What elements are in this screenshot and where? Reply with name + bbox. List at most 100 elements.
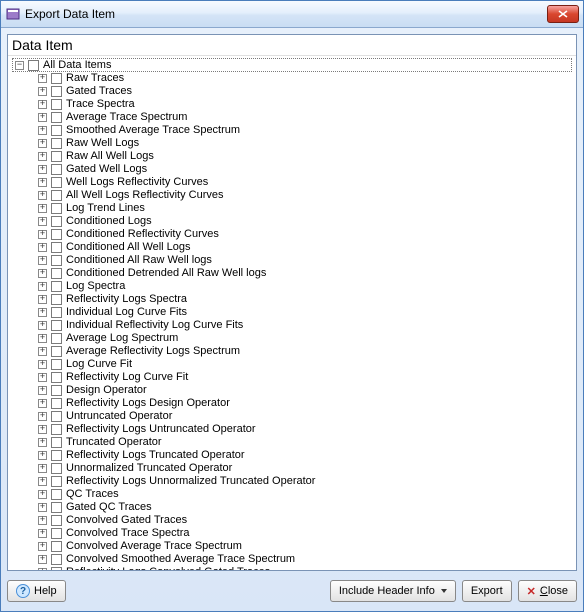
tree-item[interactable]: +Well Logs Reflectivity Curves bbox=[38, 176, 572, 189]
tree-item[interactable]: +Log Trend Lines bbox=[38, 202, 572, 215]
expander-icon[interactable]: + bbox=[38, 334, 47, 343]
checkbox[interactable] bbox=[51, 450, 62, 461]
tree-item[interactable]: +Reflectivity Logs Spectra bbox=[38, 293, 572, 306]
checkbox[interactable] bbox=[51, 476, 62, 487]
expander-icon[interactable]: + bbox=[38, 503, 47, 512]
expander-icon[interactable]: + bbox=[38, 360, 47, 369]
checkbox[interactable] bbox=[51, 515, 62, 526]
checkbox[interactable] bbox=[51, 268, 62, 279]
checkbox[interactable] bbox=[51, 489, 62, 500]
tree-item[interactable]: +Individual Reflectivity Log Curve Fits bbox=[38, 319, 572, 332]
checkbox[interactable] bbox=[51, 502, 62, 513]
checkbox[interactable] bbox=[51, 281, 62, 292]
tree-item[interactable]: +Average Reflectivity Logs Spectrum bbox=[38, 345, 572, 358]
checkbox[interactable] bbox=[51, 229, 62, 240]
tree-root-row[interactable]: − All Data Items bbox=[12, 58, 572, 72]
tree-item[interactable]: +Reflectivity Logs Design Operator bbox=[38, 397, 572, 410]
expander-icon[interactable]: + bbox=[38, 113, 47, 122]
expander-icon[interactable]: + bbox=[38, 256, 47, 265]
expander-icon[interactable]: + bbox=[38, 295, 47, 304]
expander-icon[interactable]: + bbox=[38, 373, 47, 382]
expander-icon[interactable]: + bbox=[38, 321, 47, 330]
checkbox[interactable] bbox=[51, 346, 62, 357]
checkbox[interactable] bbox=[51, 463, 62, 474]
expander-icon[interactable]: + bbox=[38, 438, 47, 447]
checkbox[interactable] bbox=[51, 424, 62, 435]
tree-item[interactable]: +Reflectivity Logs Truncated Operator bbox=[38, 449, 572, 462]
checkbox[interactable] bbox=[51, 86, 62, 97]
tree-item[interactable]: +Reflectivity Logs Untruncated Operator bbox=[38, 423, 572, 436]
expander-icon[interactable]: + bbox=[38, 425, 47, 434]
checkbox[interactable] bbox=[51, 307, 62, 318]
tree-item[interactable]: +Smoothed Average Trace Spectrum bbox=[38, 124, 572, 137]
tree-item[interactable]: +Reflectivity Logs Unnormalized Truncate… bbox=[38, 475, 572, 488]
expander-icon[interactable]: + bbox=[38, 230, 47, 239]
tree[interactable]: − All Data Items +Raw Traces+Gated Trace… bbox=[8, 55, 576, 570]
checkbox[interactable] bbox=[51, 398, 62, 409]
expander-icon[interactable]: + bbox=[38, 490, 47, 499]
tree-item[interactable]: +Design Operator bbox=[38, 384, 572, 397]
checkbox[interactable] bbox=[51, 554, 62, 565]
checkbox[interactable] bbox=[51, 125, 62, 136]
expander-icon[interactable]: + bbox=[38, 87, 47, 96]
checkbox[interactable] bbox=[51, 190, 62, 201]
expander-icon[interactable]: + bbox=[38, 542, 47, 551]
checkbox[interactable] bbox=[51, 294, 62, 305]
export-button[interactable]: Export bbox=[462, 580, 512, 602]
tree-item[interactable]: +Conditioned Detrended All Raw Well logs bbox=[38, 267, 572, 280]
expander-icon[interactable]: + bbox=[38, 165, 47, 174]
expander-icon[interactable]: + bbox=[38, 308, 47, 317]
checkbox[interactable] bbox=[51, 73, 62, 84]
checkbox[interactable] bbox=[51, 567, 62, 570]
tree-item[interactable]: +Convolved Trace Spectra bbox=[38, 527, 572, 540]
tree-item[interactable]: +Untruncated Operator bbox=[38, 410, 572, 423]
checkbox[interactable] bbox=[51, 164, 62, 175]
expander-icon[interactable]: + bbox=[38, 464, 47, 473]
expander-icon[interactable]: + bbox=[38, 126, 47, 135]
help-button[interactable]: ? Help bbox=[7, 580, 66, 602]
expander-icon[interactable]: + bbox=[38, 282, 47, 291]
close-button[interactable]: ✕ Close bbox=[518, 580, 577, 602]
tree-item[interactable]: +Convolved Average Trace Spectrum bbox=[38, 540, 572, 553]
window-close-button[interactable] bbox=[547, 5, 579, 23]
include-header-button[interactable]: Include Header Info bbox=[330, 580, 456, 602]
checkbox[interactable] bbox=[51, 99, 62, 110]
checkbox[interactable] bbox=[51, 138, 62, 149]
tree-item[interactable]: +Truncated Operator bbox=[38, 436, 572, 449]
tree-item[interactable]: +Raw Traces bbox=[38, 72, 572, 85]
expander-icon[interactable]: + bbox=[38, 412, 47, 421]
expander-icon[interactable]: + bbox=[38, 204, 47, 213]
expander-icon[interactable]: + bbox=[38, 217, 47, 226]
checkbox[interactable] bbox=[51, 151, 62, 162]
tree-item[interactable]: +Convolved Gated Traces bbox=[38, 514, 572, 527]
tree-item[interactable]: +All Well Logs Reflectivity Curves bbox=[38, 189, 572, 202]
expander-icon[interactable]: + bbox=[38, 529, 47, 538]
checkbox[interactable] bbox=[51, 372, 62, 383]
checkbox[interactable] bbox=[51, 242, 62, 253]
tree-item[interactable]: +Raw All Well Logs bbox=[38, 150, 572, 163]
expander-icon[interactable]: + bbox=[38, 347, 47, 356]
tree-item[interactable]: +Average Trace Spectrum bbox=[38, 111, 572, 124]
tree-item[interactable]: +Conditioned All Well Logs bbox=[38, 241, 572, 254]
checkbox[interactable] bbox=[51, 333, 62, 344]
checkbox[interactable] bbox=[51, 203, 62, 214]
checkbox[interactable] bbox=[51, 541, 62, 552]
expander-icon[interactable]: + bbox=[38, 152, 47, 161]
checkbox[interactable] bbox=[51, 177, 62, 188]
checkbox[interactable] bbox=[51, 385, 62, 396]
checkbox[interactable] bbox=[51, 255, 62, 266]
expander-icon[interactable]: + bbox=[38, 191, 47, 200]
tree-item[interactable]: +QC Traces bbox=[38, 488, 572, 501]
tree-item[interactable]: +Conditioned Reflectivity Curves bbox=[38, 228, 572, 241]
tree-item[interactable]: +Gated Well Logs bbox=[38, 163, 572, 176]
tree-item[interactable]: +Trace Spectra bbox=[38, 98, 572, 111]
tree-item[interactable]: +Convolved Smoothed Average Trace Spectr… bbox=[38, 553, 572, 566]
tree-item[interactable]: +Gated QC Traces bbox=[38, 501, 572, 514]
expander-icon[interactable]: − bbox=[15, 61, 24, 70]
tree-item[interactable]: +Conditioned Logs bbox=[38, 215, 572, 228]
expander-icon[interactable]: + bbox=[38, 269, 47, 278]
tree-item[interactable]: +Raw Well Logs bbox=[38, 137, 572, 150]
tree-item[interactable]: +Reflectivity Logs Convolved Gated Trace… bbox=[38, 566, 572, 570]
expander-icon[interactable]: + bbox=[38, 139, 47, 148]
expander-icon[interactable]: + bbox=[38, 477, 47, 486]
